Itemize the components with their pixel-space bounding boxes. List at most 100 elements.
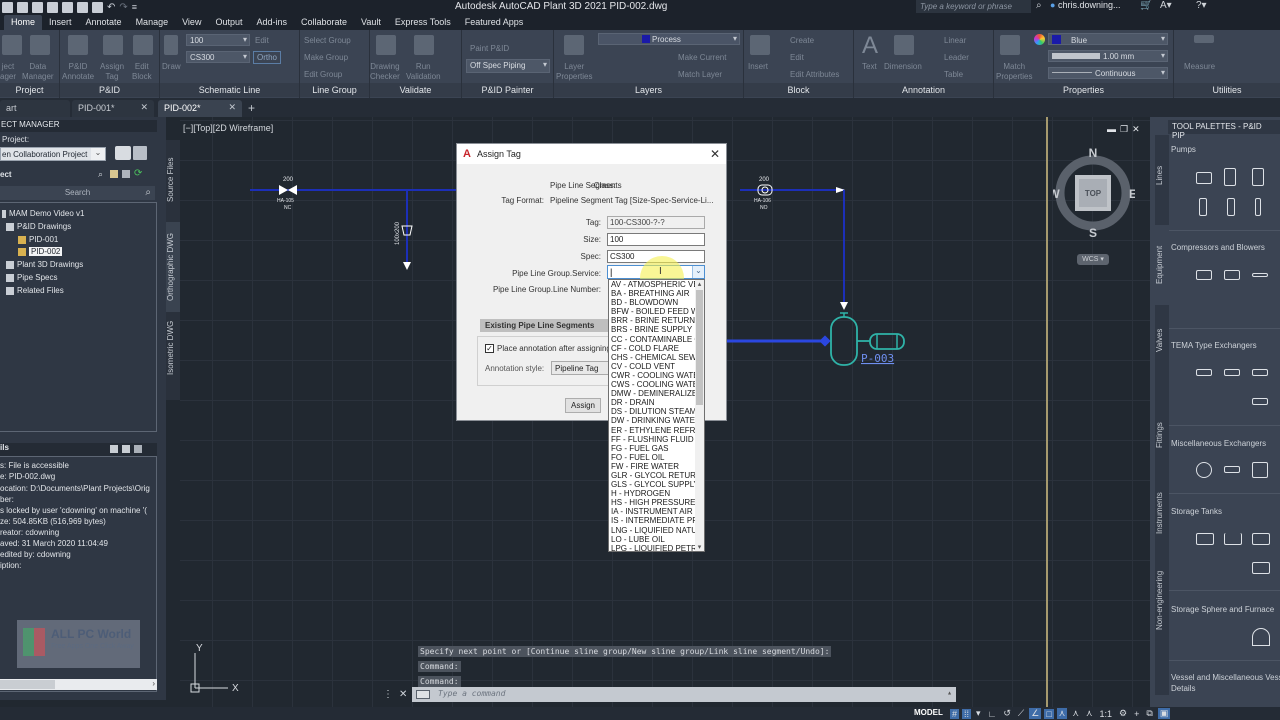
edit-attributes-button[interactable]: Edit Attributes <box>790 70 839 79</box>
centrifugal-pump-icon[interactable] <box>1196 172 1212 184</box>
search-icon[interactable]: ⌕ <box>98 169 103 180</box>
dropdown-option[interactable]: AV - ATMOSPHERIC VE <box>609 280 695 289</box>
dropdown-option[interactable]: CF - COLD FLARE <box>609 344 695 353</box>
scroll-right-icon[interactable]: › <box>152 679 155 688</box>
dropdown-option[interactable]: BRS - BRINE SUPPLY <box>609 325 695 334</box>
dropdown-option[interactable]: LPG - LIQUIFIED PETR <box>609 544 695 551</box>
drag-handle-icon[interactable]: ⋮ <box>383 689 393 700</box>
measure-icon[interactable] <box>1194 35 1214 43</box>
layer-select[interactable]: Process <box>598 33 740 45</box>
open-tank-icon[interactable] <box>1224 533 1242 545</box>
command-history-toggle-icon[interactable]: ▴ <box>947 688 952 697</box>
tab-collaborate[interactable]: Collaborate <box>294 15 354 30</box>
tab-vault[interactable]: Vault <box>354 15 388 30</box>
vertical-pump-icon[interactable] <box>1224 168 1236 186</box>
match-properties-icon[interactable] <box>1000 35 1020 55</box>
isodraft-icon[interactable]: ⟋ <box>1016 708 1026 719</box>
user-account[interactable]: ● chris.downing... <box>1050 0 1120 10</box>
plate-exchanger-icon[interactable] <box>1252 462 1268 478</box>
insert-button[interactable]: Insert <box>748 62 768 72</box>
tab-source-files[interactable]: Source Files <box>166 150 180 210</box>
tab-pid-001[interactable]: PID-001* ✕ <box>72 100 154 117</box>
floating-roof-tank-icon[interactable] <box>1252 562 1270 574</box>
blower-icon[interactable] <box>1252 273 1268 277</box>
pid-annotate-button[interactable]: P&ID Annotate <box>62 62 94 82</box>
drawing-checker-icon[interactable] <box>376 35 396 55</box>
line-size-select[interactable]: 100 <box>186 34 250 46</box>
compressor-icon[interactable] <box>1196 270 1212 280</box>
horizontal-scrollbar[interactable]: › <box>0 679 157 690</box>
print-icon[interactable] <box>92 1 103 13</box>
edit-group-button[interactable]: Edit Group <box>304 70 342 79</box>
viewcube[interactable]: TOP N S E W <box>1053 145 1135 240</box>
cart-icon[interactable]: 🛒 <box>1140 0 1152 11</box>
save-icon[interactable] <box>32 1 43 13</box>
chevron-down-icon[interactable]: ⌄ <box>692 266 704 278</box>
tab-pid-002[interactable]: PID-002* ✕ <box>158 100 242 117</box>
redo-icon[interactable]: ↷ <box>119 2 127 13</box>
create-block-button[interactable]: Create <box>790 36 814 45</box>
tab-manage[interactable]: Manage <box>129 15 176 30</box>
scroll-down-icon[interactable]: ▾ <box>695 543 704 551</box>
properties-icon[interactable] <box>122 170 130 178</box>
run-validation-icon[interactable] <box>414 35 434 55</box>
command-input[interactable]: Type a command ▴ <box>412 687 956 702</box>
dome-roof-tank-icon[interactable] <box>1252 533 1270 545</box>
match-properties-button[interactable]: Match Properties <box>996 62 1032 82</box>
color-wheel-icon[interactable] <box>1034 34 1045 45</box>
help-icon[interactable]: ?▾ <box>1196 0 1207 11</box>
auto-scale-icon[interactable]: ⋏ <box>1070 708 1081 719</box>
tab-home[interactable]: Home <box>4 15 43 30</box>
close-command-line-icon[interactable]: ✕ <box>399 689 407 700</box>
annotation-scale-icon[interactable]: ⋏ <box>1084 708 1095 719</box>
linear-button[interactable]: Linear <box>944 36 966 45</box>
project-search-input[interactable]: Search ⌕ <box>0 186 155 200</box>
dropdown-option[interactable]: BA - BREATHING AIR <box>609 289 695 298</box>
palette-tab-fittings[interactable]: Fittings <box>1155 405 1169 465</box>
dropdown-option[interactable]: CV - COLD VENT <box>609 362 695 371</box>
dropdown-option[interactable]: DR - DRAIN <box>609 398 695 407</box>
storage-sphere-icon[interactable] <box>1252 628 1270 646</box>
dropdown-option[interactable]: HS - HIGH PRESSURE <box>609 498 695 507</box>
close-tab-icon[interactable]: ✕ <box>228 102 236 113</box>
assign-tag-icon[interactable] <box>103 35 123 55</box>
scrollbar-thumb[interactable] <box>696 290 703 405</box>
linetype-select[interactable]: Continuous <box>1048 67 1168 79</box>
search-input[interactable]: Type a keyword or phrase <box>916 0 1031 13</box>
undo-icon[interactable]: ↶ <box>107 2 115 13</box>
draw-line-icon[interactable] <box>164 35 178 55</box>
tema-exchanger-icon[interactable] <box>1224 369 1240 376</box>
tab-view[interactable]: View <box>175 15 208 30</box>
project-manager-icon[interactable] <box>2 35 22 55</box>
dropdown-option[interactable]: BRR - BRINE RETURN <box>609 316 695 325</box>
dropdown-option[interactable]: CHS - CHEMICAL SEWE <box>609 353 695 362</box>
layer-properties-button[interactable]: Layer Properties <box>556 62 592 82</box>
make-group-button[interactable]: Make Group <box>304 53 348 62</box>
cone-roof-tank-icon[interactable] <box>1196 533 1214 545</box>
project-select[interactable]: en Collaboration Project ⌄ <box>0 147 106 161</box>
tree-node-related-files[interactable]: Related Files <box>6 286 64 295</box>
tree-node-project[interactable]: MAM Demo Video v1 <box>2 209 84 218</box>
scroll-up-icon[interactable]: ▴ <box>695 280 704 288</box>
workspace-gear-icon[interactable]: ⚙ <box>1117 708 1129 719</box>
tema-exchanger-icon[interactable] <box>1252 398 1268 405</box>
select-group-button[interactable]: Select Group <box>304 36 351 45</box>
tab-isometric-dwg[interactable]: Isometric DWG <box>166 318 180 378</box>
ortho-toggle-icon[interactable]: ∟ <box>986 709 999 719</box>
tab-start[interactable]: art <box>0 100 70 117</box>
data-manager-icon[interactable] <box>30 35 50 55</box>
snap-toggle-icon[interactable]: ⁞⁞ <box>962 708 972 719</box>
dimension-button[interactable]: Dimension <box>884 62 922 72</box>
hardware-acceleration-icon[interactable]: ▣ <box>1157 708 1171 719</box>
leader-button[interactable]: Leader <box>944 53 969 62</box>
history-view-icon[interactable] <box>134 445 142 453</box>
ortho-toggle[interactable]: Ortho <box>253 51 282 64</box>
assign-button[interactable]: Assign <box>565 398 601 413</box>
close-dialog-icon[interactable]: ✕ <box>710 147 720 161</box>
annotation-style-select[interactable]: Pipeline Tag <box>551 361 609 375</box>
dropdown-option[interactable]: GLS - GLYCOL SUPPLY <box>609 480 695 489</box>
assign-tag-button[interactable]: Assign Tag <box>100 62 124 82</box>
dropdown-option[interactable]: CWR - COOLING WATE <box>609 371 695 380</box>
size-field[interactable]: 100 <box>607 233 705 246</box>
lineweight-select[interactable]: 1.00 mm <box>1048 50 1168 62</box>
